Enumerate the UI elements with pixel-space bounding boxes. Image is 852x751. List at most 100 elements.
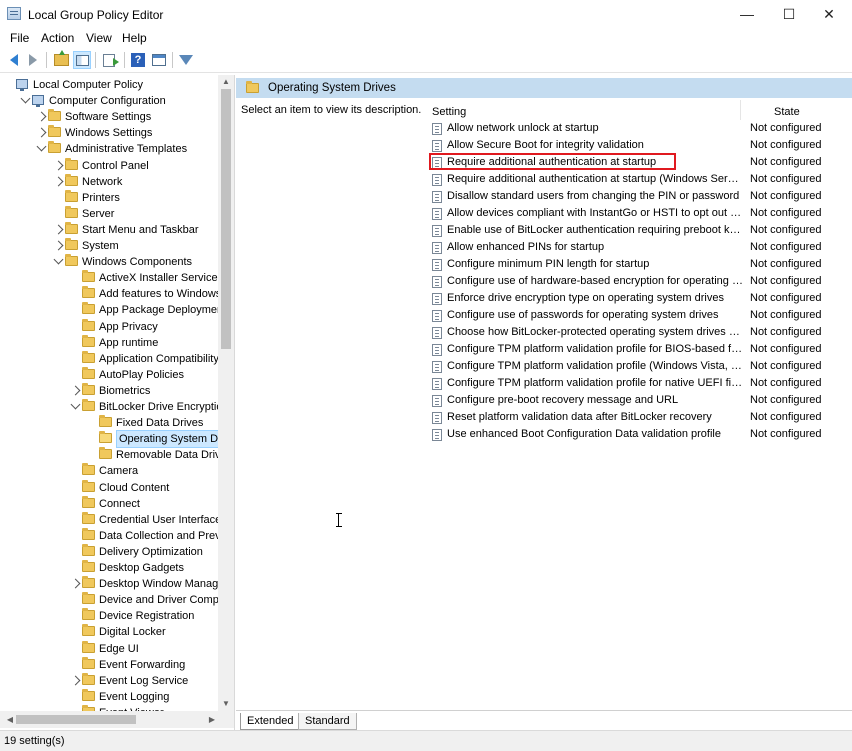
- tree-item[interactable]: Digital Locker: [0, 624, 218, 640]
- policy-row[interactable]: Use enhanced Boot Configuration Data val…: [432, 426, 852, 443]
- tree-item[interactable]: AutoPlay Policies: [0, 366, 218, 383]
- policy-row[interactable]: Enable use of BitLocker authentication r…: [432, 222, 852, 239]
- policy-state: Not configured: [750, 156, 822, 168]
- tree-item[interactable]: Event Logging: [0, 688, 218, 705]
- tree-scroll-thumb[interactable]: [221, 89, 231, 349]
- tree-item[interactable]: Operating System Drives: [0, 430, 234, 449]
- chevron-right-icon[interactable]: [70, 675, 81, 686]
- policy-row[interactable]: Allow Secure Boot for integrity validati…: [432, 137, 852, 154]
- tree-item[interactable]: Cloud Content: [0, 479, 218, 496]
- column-header-setting[interactable]: Setting: [432, 103, 466, 121]
- chevron-right-icon[interactable]: [36, 127, 47, 138]
- chevron-right-icon[interactable]: [70, 578, 81, 589]
- policy-row[interactable]: Require additional authentication at sta…: [432, 171, 852, 188]
- tree-horizontal-scrollbar[interactable]: ◀ ▶: [0, 711, 234, 728]
- scroll-right-arrow-icon[interactable]: ▶: [204, 713, 220, 727]
- properties-icon[interactable]: [150, 51, 168, 69]
- policy-row[interactable]: Choose how BitLocker-protected operating…: [432, 324, 852, 341]
- policy-row[interactable]: Allow enhanced PINs for startup Not confi…: [432, 239, 852, 256]
- policy-row[interactable]: Configure TPM platform validation profil…: [432, 375, 852, 392]
- policy-row[interactable]: Configure TPM platform validation profil…: [432, 358, 852, 375]
- close-button[interactable]: ✕: [806, 0, 852, 28]
- up-folder-icon[interactable]: [52, 50, 70, 69]
- tree-item[interactable]: Local Computer Policy: [0, 77, 218, 93]
- tree-item[interactable]: App Privacy: [0, 318, 218, 335]
- tree-item[interactable]: Application Compatibility: [0, 350, 219, 367]
- policy-row[interactable]: Reset platform validation data after Bit…: [432, 409, 852, 426]
- chevron-right-icon[interactable]: [70, 385, 81, 396]
- tree-item[interactable]: Event Log Service: [0, 672, 218, 689]
- back-icon[interactable]: [5, 51, 23, 69]
- policy-row[interactable]: Configure TPM platform validation profil…: [432, 341, 852, 358]
- tree-item[interactable]: Printers: [0, 189, 218, 206]
- tree-item[interactable]: ActiveX Installer Service: [0, 270, 218, 286]
- scroll-up-arrow-icon[interactable]: ▲: [218, 75, 234, 89]
- policy-row[interactable]: Enforce drive encryption type on operati…: [432, 290, 852, 307]
- tree-item[interactable]: Administrative Templates: [0, 141, 218, 157]
- tab-standard[interactable]: Standard: [298, 713, 357, 730]
- tab-extended[interactable]: Extended: [240, 713, 301, 730]
- chevron-down-icon[interactable]: [20, 93, 31, 104]
- chevron-down-icon[interactable]: [36, 141, 47, 152]
- tree-item[interactable]: Add features to Windows: [0, 286, 221, 302]
- tree-item[interactable]: Fixed Data Drives: [0, 415, 218, 431]
- tree-item[interactable]: Credential User Interface: [0, 511, 221, 528]
- tree-item[interactable]: Server: [0, 205, 218, 222]
- tree-hscroll-thumb[interactable]: [16, 715, 136, 724]
- tree-item[interactable]: Removable Data Drives: [0, 447, 232, 463]
- tree-item[interactable]: Network: [0, 173, 218, 190]
- tree-item[interactable]: Windows Settings: [0, 125, 218, 141]
- tree-item[interactable]: BitLocker Drive Encryption: [0, 399, 229, 415]
- tree-item[interactable]: Control Panel: [0, 157, 218, 174]
- column-separator[interactable]: [740, 100, 741, 120]
- tree-vertical-scrollbar[interactable]: ▲ ▼: [218, 75, 234, 711]
- help-icon[interactable]: ?: [129, 51, 147, 69]
- scroll-down-arrow-icon[interactable]: ▼: [218, 697, 234, 711]
- policy-row[interactable]: Allow devices compliant with InstantGo o…: [432, 205, 852, 222]
- chevron-down-icon[interactable]: [53, 254, 64, 265]
- chevron-right-icon[interactable]: [53, 160, 64, 170]
- tree-item[interactable]: App runtime: [0, 334, 218, 351]
- tree-item[interactable]: Desktop Gadgets: [0, 560, 218, 576]
- policy-setting-icon: [432, 429, 442, 441]
- chevron-down-icon[interactable]: [70, 399, 81, 410]
- menu-file[interactable]: File: [10, 31, 29, 45]
- menu-help[interactable]: Help: [122, 31, 147, 45]
- tree-item[interactable]: Connect: [0, 495, 218, 512]
- tree-item[interactable]: Desktop Window Manager: [0, 576, 228, 592]
- tree-item[interactable]: Software Settings: [0, 109, 218, 125]
- tree-item[interactable]: App Package Deployment: [0, 302, 226, 318]
- tree-item[interactable]: Computer Configuration: [0, 93, 218, 109]
- menu-view[interactable]: View: [86, 31, 112, 45]
- policy-row[interactable]: Configure use of hardware-based encrypti…: [432, 273, 852, 290]
- menu-action[interactable]: Action: [41, 31, 74, 45]
- policy-row[interactable]: Configure use of passwords for operating…: [432, 307, 852, 324]
- tree-item[interactable]: Device Registration: [0, 608, 218, 624]
- export-list-icon[interactable]: [100, 51, 119, 69]
- tree-item[interactable]: Biometrics: [0, 382, 218, 399]
- folder-icon: [48, 125, 61, 138]
- tree-item[interactable]: System: [0, 238, 218, 254]
- console-tree[interactable]: Local Computer Policy Computer Configurat…: [0, 75, 235, 730]
- policy-row[interactable]: Allow network unlock at startup Not confi…: [432, 120, 852, 137]
- filter-icon[interactable]: [177, 51, 195, 69]
- tree-item[interactable]: Event Forwarding: [0, 656, 218, 673]
- chevron-right-icon[interactable]: [53, 176, 64, 187]
- tree-item[interactable]: Data Collection and Preview Builds: [0, 527, 234, 544]
- column-header-state[interactable]: State: [774, 103, 800, 121]
- tree-item[interactable]: Start Menu and Taskbar: [0, 221, 218, 238]
- chevron-right-icon[interactable]: [53, 240, 64, 251]
- forward-icon[interactable]: [24, 51, 42, 69]
- policy-row[interactable]: Disallow standard users from changing th…: [432, 188, 852, 205]
- policy-row[interactable]: Configure pre-boot recovery message and …: [432, 392, 852, 409]
- tree-item[interactable]: Windows Components: [0, 254, 218, 270]
- policy-row[interactable]: Configure minimum PIN length for startup…: [432, 256, 852, 273]
- tree-item[interactable]: Camera: [0, 463, 218, 479]
- tree-item[interactable]: Delivery Optimization: [0, 543, 218, 560]
- tree-item[interactable]: Device and Driver Compatibility: [0, 592, 234, 608]
- show-hide-tree-icon[interactable]: [73, 51, 91, 69]
- chevron-right-icon[interactable]: [53, 224, 64, 235]
- minimize-button[interactable]: —: [724, 0, 770, 28]
- tree-item[interactable]: Edge UI: [0, 640, 218, 657]
- chevron-right-icon[interactable]: [36, 111, 47, 122]
